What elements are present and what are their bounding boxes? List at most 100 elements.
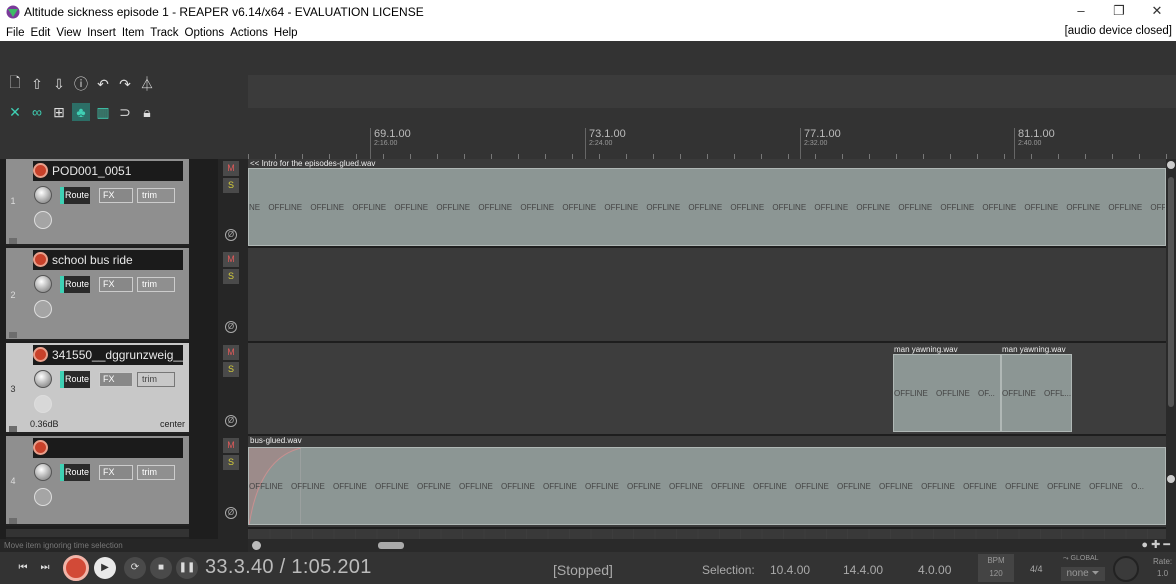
zoom-controls[interactable]: ● ✚ ━	[1141, 539, 1170, 552]
new-project-icon[interactable]: 🗋	[6, 74, 24, 93]
track-lane-3[interactable]: man yawning.wav man yawning.wav OFFLINE …	[248, 343, 1166, 436]
pan-knob[interactable]	[34, 300, 52, 318]
track-lane-2[interactable]	[248, 248, 1166, 343]
menu-insert[interactable]: Insert	[87, 27, 116, 39]
route-button[interactable]: Route	[60, 371, 90, 388]
route-button[interactable]: Route	[60, 464, 90, 481]
media-item[interactable]: NE OFFLINE OFFLINE OFFLINE OFFLINE OFFLI…	[248, 168, 1166, 246]
lock-icon[interactable]: 🔒︎	[138, 103, 156, 121]
close-button[interactable]: ✕	[1138, 0, 1176, 24]
automation-trim-button[interactable]: trim	[137, 277, 175, 292]
minimize-button[interactable]: –	[1062, 0, 1100, 24]
track-lane-1[interactable]: << Intro for the episodes-glued.wav NE O…	[248, 159, 1166, 248]
solo-button[interactable]: S	[223, 362, 239, 377]
volume-knob[interactable]	[34, 186, 52, 204]
menu-options[interactable]: Options	[185, 27, 225, 39]
mute-button[interactable]: M	[223, 252, 239, 267]
restore-button[interactable]: ❐	[1100, 0, 1138, 24]
menu-track[interactable]: Track	[150, 27, 178, 39]
selection-length[interactable]: 4.0.00	[918, 563, 951, 577]
solo-button[interactable]: S	[223, 455, 239, 470]
fx-button[interactable]: FX	[99, 372, 133, 387]
track-panel-2[interactable]: 2 school bus ride Route FX trim	[6, 248, 189, 341]
region-lane[interactable]	[248, 75, 1176, 108]
fx-button[interactable]: FX	[99, 465, 133, 480]
loop-icon[interactable]: ⊃	[116, 103, 134, 121]
track-lane-4[interactable]: bus-glued.wav OFFLINE OFFLINE OFFLINE OF…	[248, 436, 1166, 529]
folder-icon[interactable]	[9, 518, 17, 524]
timeline-ruler[interactable]: 69.1.00 2:16.00 73.1.00 2:24.00 77.1.00 …	[248, 124, 1176, 159]
repeat-button[interactable]: ⟳	[124, 557, 146, 579]
volume-knob[interactable]	[34, 463, 52, 481]
record-button[interactable]	[63, 555, 89, 581]
media-item[interactable]: OFFLINE OFFLINE OF...	[893, 354, 1001, 432]
pan-knob[interactable]	[34, 395, 52, 413]
arrange-view[interactable]: << Intro for the episodes-glued.wav NE O…	[248, 159, 1166, 539]
playrate-knob[interactable]	[1113, 556, 1139, 582]
selection-start[interactable]: 10.4.00	[770, 563, 810, 577]
menu-edit[interactable]: Edit	[31, 27, 51, 39]
track-name-field[interactable]	[33, 438, 183, 458]
phase-invert-button[interactable]: Ø	[225, 507, 237, 519]
go-to-end-icon[interactable]: ⏭	[34, 557, 56, 579]
pan-knob[interactable]	[34, 488, 52, 506]
phase-invert-button[interactable]: Ø	[225, 415, 237, 427]
fx-button[interactable]: FX	[99, 188, 133, 203]
track-panel-1[interactable]: 1 POD001_0051 Route FX trim	[6, 159, 189, 246]
pause-button[interactable]: ❚❚	[176, 557, 198, 579]
phase-invert-button[interactable]: Ø	[225, 321, 237, 333]
solo-button[interactable]: S	[223, 178, 239, 193]
selection-end[interactable]: 14.4.00	[843, 563, 883, 577]
snap-link-icon[interactable]: ∞	[28, 103, 46, 121]
media-item[interactable]: OFFLINE OFFL...	[1001, 354, 1072, 432]
go-to-start-icon[interactable]: ⏮	[12, 557, 34, 579]
mute-button[interactable]: M	[223, 345, 239, 360]
scroll-thumb[interactable]	[1168, 177, 1174, 407]
fx-button[interactable]: FX	[99, 277, 133, 292]
auto-crossfade-icon[interactable]: ♣	[72, 103, 90, 121]
horizontal-scrollbar[interactable]: ● ✚ ━	[248, 539, 1176, 552]
stop-button[interactable]: ■	[150, 557, 172, 579]
folder-icon[interactable]	[9, 426, 17, 432]
menu-item[interactable]: Item	[122, 27, 144, 39]
scroll-down-icon[interactable]	[1167, 475, 1175, 483]
save-project-icon[interactable]: ⇧	[28, 75, 46, 93]
record-arm-button[interactable]	[33, 440, 48, 455]
route-button[interactable]: Route	[60, 276, 90, 293]
time-signature[interactable]: 4/4	[1030, 564, 1043, 574]
grid-icon[interactable]: ⊞	[50, 103, 68, 121]
automation-trim-button[interactable]: trim	[137, 465, 175, 480]
record-arm-button[interactable]	[33, 252, 48, 267]
load-icon[interactable]: ⇩	[50, 75, 68, 93]
volume-knob[interactable]	[34, 275, 52, 293]
playrate-readout[interactable]: Rate: 1.0	[1153, 556, 1172, 580]
menu-actions[interactable]: Actions	[230, 27, 268, 39]
vertical-scrollbar[interactable]	[1166, 159, 1176, 539]
scroll-thumb[interactable]	[378, 542, 404, 549]
record-arm-button[interactable]	[33, 347, 48, 362]
info-icon[interactable]: ⓘ	[72, 75, 90, 93]
pan-knob[interactable]	[34, 211, 52, 229]
redo-icon[interactable]: ↷	[116, 75, 134, 93]
record-arm-button[interactable]	[33, 163, 48, 178]
media-item[interactable]: OFFLINE OFFLINE OFFLINE OFFLINE OFFLINE …	[248, 447, 1166, 525]
automation-trim-button[interactable]: trim	[137, 188, 175, 203]
playback-position[interactable]: 33.3.40 / 1:05.201	[205, 556, 372, 579]
undo-icon[interactable]: ↶	[94, 75, 112, 93]
folder-icon[interactable]	[9, 238, 17, 244]
phase-invert-button[interactable]: Ø	[225, 229, 237, 241]
mute-button[interactable]: M	[223, 161, 239, 176]
route-button[interactable]: Route	[60, 187, 90, 204]
track-name-field[interactable]: school bus ride	[33, 250, 183, 270]
marker-lane[interactable]	[248, 108, 1176, 124]
bpm-field[interactable]: BPM 120	[978, 554, 1014, 582]
mute-button[interactable]: M	[223, 438, 239, 453]
menu-view[interactable]: View	[56, 27, 81, 39]
ripple-edit-icon[interactable]: ✕	[6, 103, 24, 121]
play-button[interactable]: ▶	[94, 557, 116, 579]
menu-file[interactable]: File	[6, 27, 25, 39]
track-panel-3[interactable]: 3 341550__dggrunzweig__ Route FX trim 0.…	[6, 343, 189, 434]
folder-icon[interactable]	[9, 332, 17, 338]
global-automation-dropdown[interactable]: none ⏷	[1061, 567, 1105, 581]
track-panel-5-partial[interactable]	[6, 529, 189, 539]
